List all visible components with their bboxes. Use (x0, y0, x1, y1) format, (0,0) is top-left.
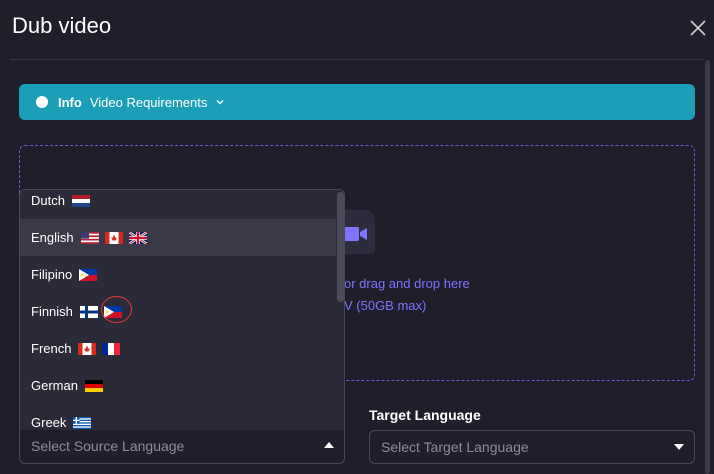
target-language-placeholder: Select Target Language (381, 439, 529, 455)
flag-fr-icon (102, 342, 121, 355)
language-option-finnish[interactable]: Finnish (20, 293, 336, 330)
flag-gr-icon (73, 416, 92, 429)
flag-de-icon (84, 379, 103, 392)
option-label: Dutch (31, 193, 65, 208)
language-option-german[interactable]: German (20, 367, 336, 404)
dialog-scrollbar[interactable] (705, 60, 710, 474)
language-option-greek[interactable]: Greek (20, 404, 336, 430)
option-label: French (31, 341, 72, 356)
flag-fi-icon (79, 305, 98, 318)
flag-gb-icon (128, 231, 147, 244)
source-language-select[interactable]: Select Source Language (19, 430, 345, 464)
language-option-dutch[interactable]: Dutch (20, 190, 336, 219)
header-divider (10, 59, 704, 60)
target-language-label: Target Language (369, 407, 481, 423)
info-requirements-bar[interactable]: Info Video Requirements (19, 84, 695, 120)
caret-up-icon (324, 442, 334, 448)
language-option-english[interactable]: English (20, 219, 336, 256)
info-text: Video Requirements (89, 94, 208, 110)
option-label: Filipino (31, 267, 73, 282)
info-icon (36, 96, 48, 108)
language-option-filipino[interactable]: Filipino (20, 256, 336, 293)
source-language-placeholder: Select Source Language (31, 438, 185, 454)
dub-video-dialog: Dub video Info Video Requirements or dra… (0, 0, 714, 474)
target-language-select[interactable]: Select Target Language (369, 430, 695, 464)
flag-ph-icon (79, 268, 98, 281)
dropzone-instruction: or drag and drop here (344, 276, 470, 291)
chevron-down-icon (216, 100, 224, 105)
option-label: English (31, 230, 74, 245)
dropdown-scroll-thumb[interactable] (337, 192, 344, 302)
option-label: Finnish (31, 304, 73, 319)
flag-ph-icon (103, 305, 122, 318)
flag-nl-icon (71, 194, 90, 207)
video-camera-icon (344, 227, 367, 241)
dialog-title: Dub video (12, 13, 112, 38)
flag-us-icon (80, 231, 99, 244)
info-label: Info (58, 94, 82, 110)
caret-down-icon (674, 444, 684, 450)
option-label: German (31, 378, 78, 393)
source-language-dropdown[interactable]: Dutch English Filipino Finnish French Ge… (19, 189, 345, 430)
close-icon[interactable] (688, 18, 708, 38)
flag-ca-icon (78, 342, 97, 355)
dropzone-format-hint: V (50GB max) (344, 298, 427, 313)
flag-ca-icon (104, 231, 123, 244)
language-option-french[interactable]: French (20, 330, 336, 367)
option-label: Greek (31, 415, 67, 430)
